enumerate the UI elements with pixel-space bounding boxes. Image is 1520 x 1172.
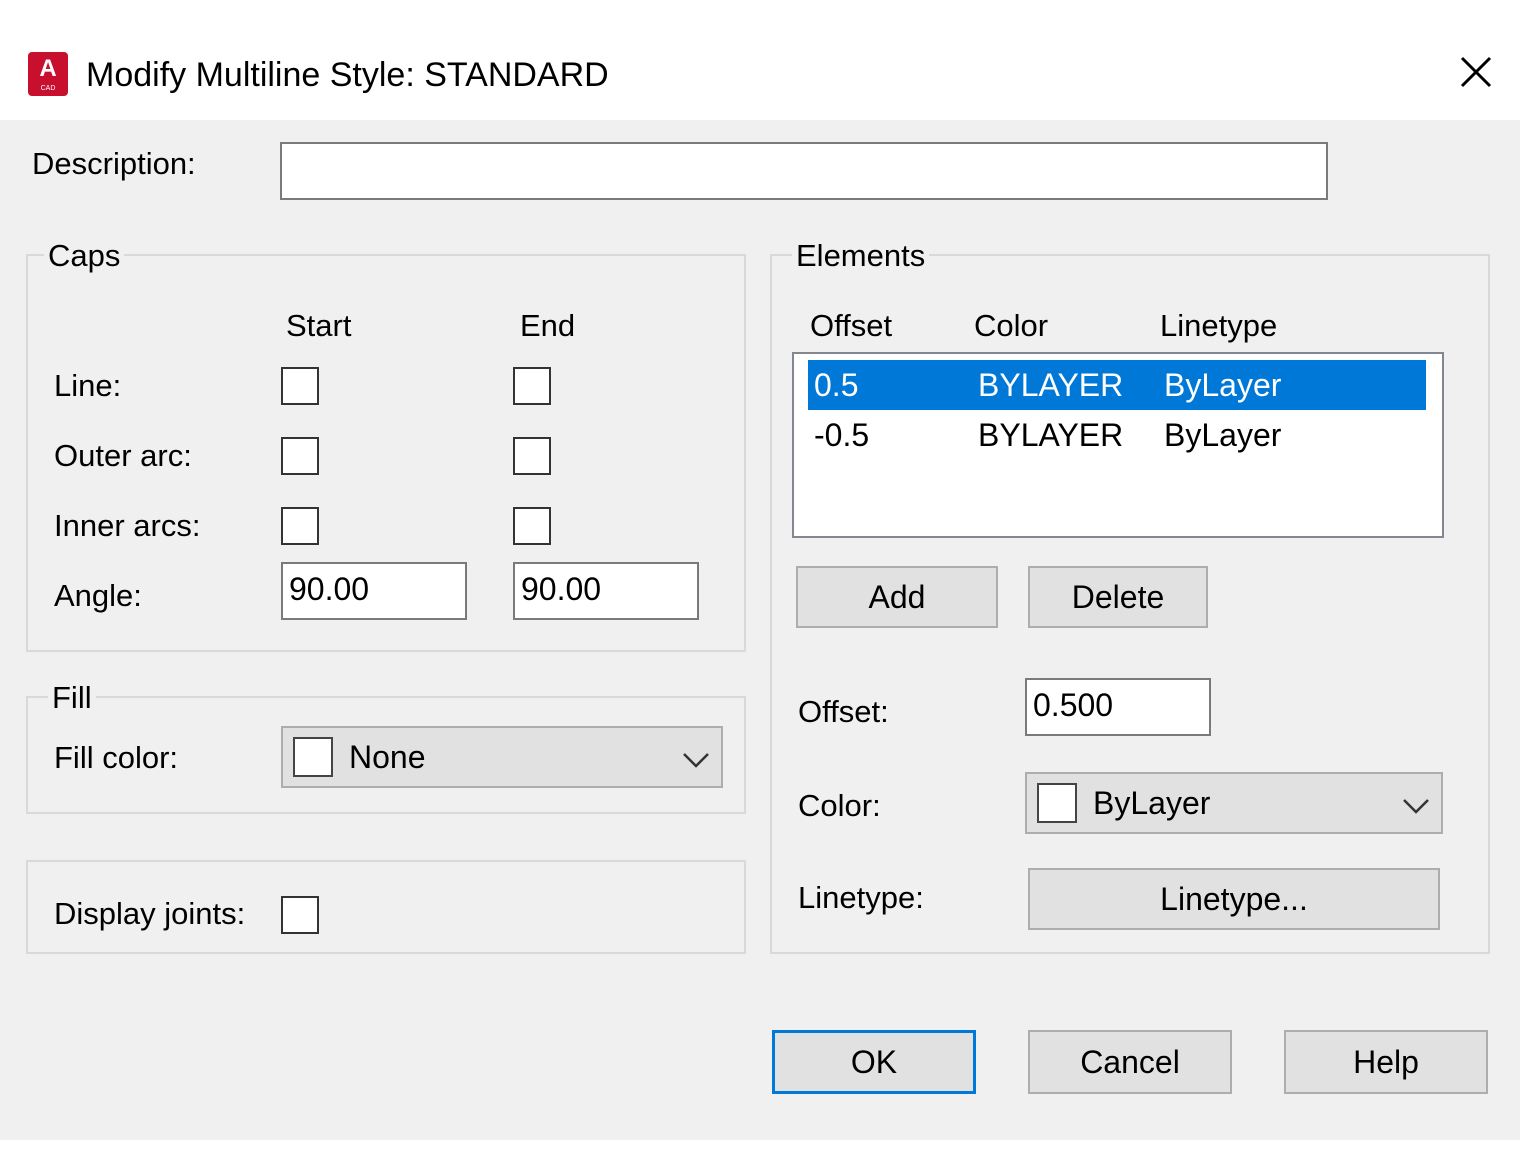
description-label: Description:: [32, 146, 196, 181]
app-icon-sub: CAD: [40, 85, 56, 92]
offset-label: Offset:: [798, 694, 889, 729]
delete-button[interactable]: Delete: [1028, 566, 1208, 628]
elements-group-title: Elements: [792, 236, 930, 276]
inner-arcs-start-checkbox[interactable]: [281, 507, 319, 545]
column-header-linetype: Linetype: [1160, 308, 1278, 343]
element-linetype: ByLayer: [1164, 417, 1282, 453]
title-bar: A CAD Modify Multiline Style: STANDARD: [0, 0, 1520, 120]
app-icon-letter: A: [39, 55, 57, 82]
element-offset: -0.5: [814, 417, 870, 453]
fill-color-label: Fill color:: [54, 740, 179, 775]
element-color-label: Color:: [798, 788, 881, 823]
angle-end-input[interactable]: 90.00: [513, 562, 699, 620]
linetype-label: Linetype:: [798, 880, 924, 915]
element-color-value: ByLayer: [1093, 785, 1211, 821]
linetype-button[interactable]: Linetype...: [1028, 868, 1440, 930]
window-title: Modify Multiline Style: STANDARD: [86, 56, 609, 94]
caps-line-label: Line:: [54, 368, 122, 403]
list-item[interactable]: 0.5 BYLAYER ByLayer: [808, 360, 1426, 410]
outer-arc-start-checkbox[interactable]: [281, 437, 319, 475]
element-linetype: ByLayer: [1164, 367, 1282, 403]
inner-arcs-end-checkbox[interactable]: [513, 507, 551, 545]
display-joints-checkbox[interactable]: [281, 896, 319, 934]
element-color-swatch: [1037, 783, 1077, 823]
fill-color-value: None: [349, 739, 426, 775]
column-header-color: Color: [974, 308, 1049, 343]
chevron-down-icon: [1403, 799, 1429, 814]
cancel-button[interactable]: Cancel: [1028, 1030, 1232, 1094]
caps-inner-arcs-label: Inner arcs:: [54, 508, 201, 543]
fill-color-dropdown[interactable]: None: [281, 726, 723, 788]
close-button[interactable]: [1448, 46, 1504, 102]
description-input[interactable]: [280, 142, 1328, 200]
column-header-offset: Offset: [810, 308, 893, 343]
caps-group-title: Caps: [44, 236, 125, 276]
offset-input[interactable]: 0.500: [1025, 678, 1211, 736]
element-offset: 0.5: [814, 367, 859, 403]
autocad-app-icon: A CAD: [28, 52, 68, 96]
fill-group-title: Fill: [48, 678, 96, 718]
outer-arc-end-checkbox[interactable]: [513, 437, 551, 475]
caps-outer-arc-label: Outer arc:: [54, 438, 192, 473]
element-color: BYLAYER: [978, 367, 1124, 403]
display-joints-label: Display joints:: [54, 896, 246, 931]
ok-button[interactable]: OK: [772, 1030, 976, 1094]
add-button[interactable]: Add: [796, 566, 998, 628]
help-button[interactable]: Help: [1284, 1030, 1488, 1094]
line-end-checkbox[interactable]: [513, 367, 551, 405]
dialog-body: Description: Caps Start End Line: Outer …: [0, 120, 1520, 1140]
caps-end-header: End: [520, 308, 576, 343]
fill-color-swatch: [293, 737, 333, 777]
chevron-down-icon: [683, 753, 709, 768]
angle-start-input[interactable]: 90.00: [281, 562, 467, 620]
line-start-checkbox[interactable]: [281, 367, 319, 405]
close-icon: [1460, 56, 1492, 88]
caps-angle-label: Angle:: [54, 578, 142, 613]
element-color: BYLAYER: [978, 417, 1124, 453]
list-item[interactable]: -0.5 BYLAYER ByLayer: [808, 410, 1426, 460]
element-color-dropdown[interactable]: ByLayer: [1025, 772, 1443, 834]
elements-list[interactable]: 0.5 BYLAYER ByLayer -0.5 BYLAYER ByLayer: [792, 352, 1444, 538]
caps-start-header: Start: [286, 308, 352, 343]
